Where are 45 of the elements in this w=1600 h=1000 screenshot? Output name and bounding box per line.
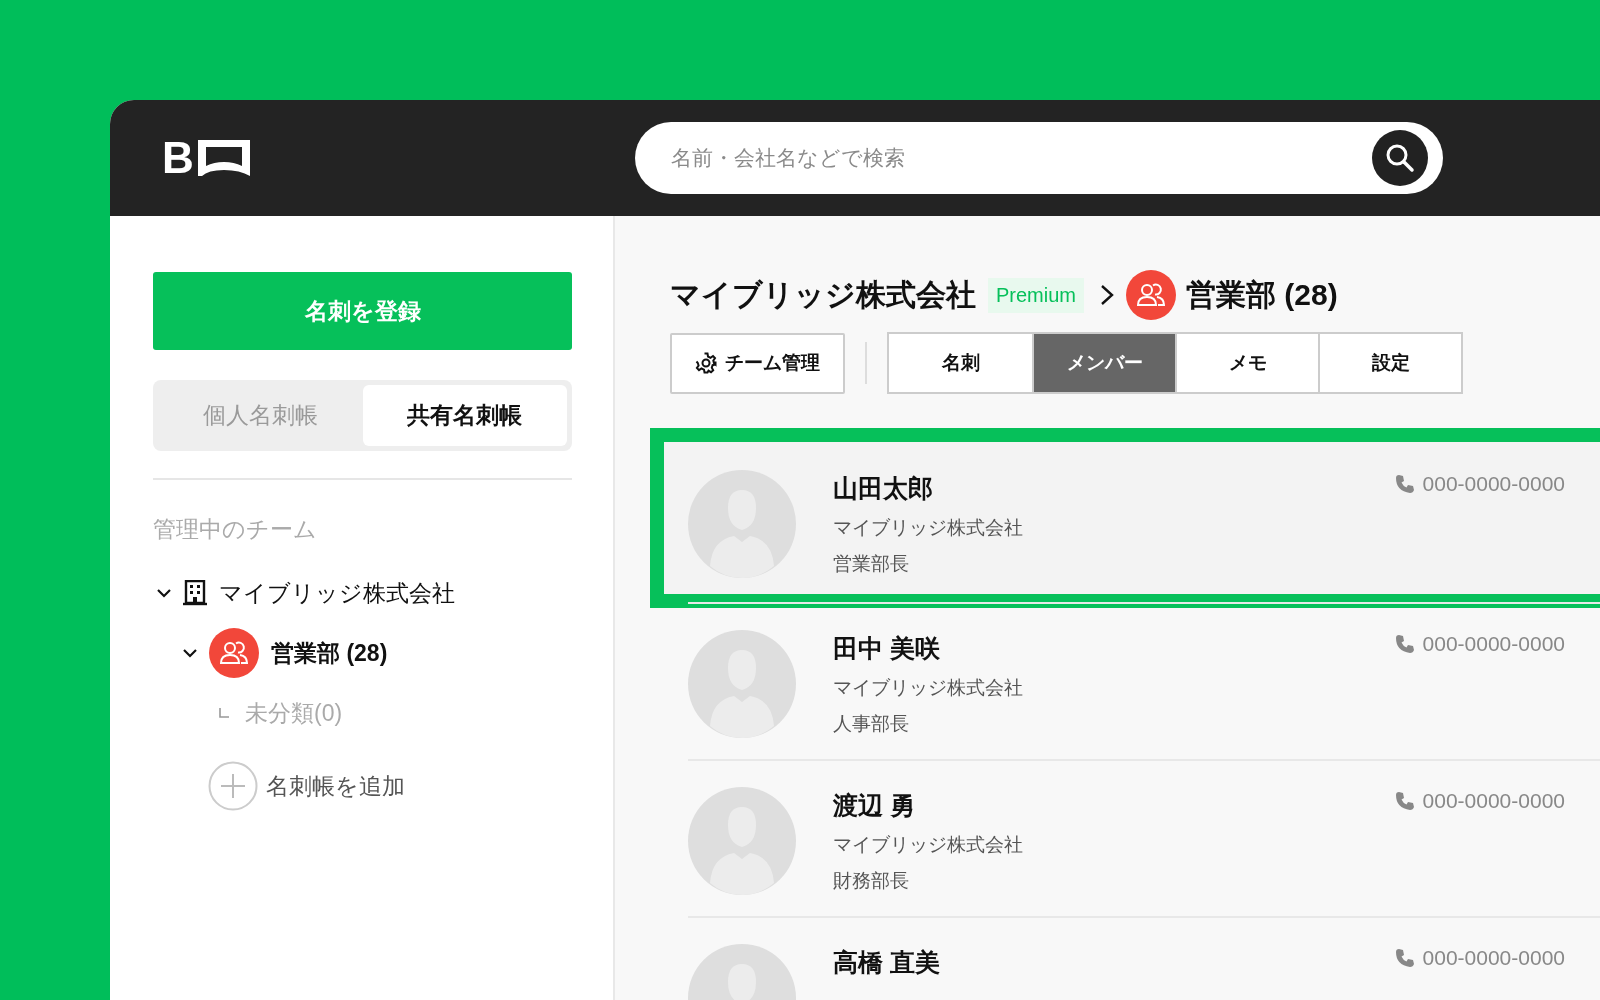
member-name: 渡辺 勇 — [833, 790, 916, 821]
team-name: 営業部 (28) — [1186, 276, 1338, 313]
tree-item[interactable]: マイブリッジ株式会社 — [219, 577, 455, 609]
member-company: マイブリッジ株式会社 — [833, 833, 1024, 857]
plan-badge: Premium — [988, 277, 1084, 313]
member-name: 高橋 直美 — [833, 947, 941, 978]
phone-icon — [1394, 791, 1415, 811]
member-name: 山田太郎 — [833, 473, 934, 504]
team-icon — [209, 628, 259, 678]
building-icon — [183, 580, 207, 606]
member-company: マイブリッジ株式会社 — [833, 516, 1024, 540]
search-field[interactable]: 名前・会社名などで検索 — [635, 122, 1443, 194]
team-icon — [1126, 270, 1176, 320]
chevron-icon[interactable] — [183, 648, 197, 658]
settings-icon — [695, 352, 717, 374]
corner-icon — [219, 708, 229, 718]
team-settings-button[interactable]: チーム管理 — [670, 332, 845, 394]
avatar-icon — [688, 630, 796, 738]
phone-number: 000-0000-0000 — [1422, 632, 1565, 656]
phone-icon — [1394, 948, 1415, 968]
member-company: マイブリッジ株式会社 — [833, 676, 1024, 700]
view-tab[interactable]: 名刺 — [889, 334, 1032, 392]
chevron-icon[interactable] — [157, 588, 171, 598]
member-name: 田中 美咲 — [833, 633, 941, 664]
add-card-book-link[interactable]: 名刺帳を追加 — [266, 770, 405, 802]
view-tab[interactable]: メンバー — [1032, 334, 1175, 392]
phone-number: 000-0000-0000 — [1422, 946, 1565, 970]
section-label: 管理中のチーム — [153, 515, 318, 544]
member-title: 人事部長 — [833, 712, 910, 736]
search-icon — [1385, 143, 1415, 173]
book-tab[interactable]: 共有名刺帳 — [362, 385, 567, 446]
phone-icon — [1394, 474, 1415, 494]
member-row[interactable]: 山田太郎 マイブリッジ株式会社 営業部長 000-0000-0000 — [650, 428, 1600, 608]
logo[interactable]: B — [162, 136, 250, 180]
phone-icon — [1394, 634, 1415, 654]
member-title: 営業部長 — [833, 552, 910, 576]
tree-item[interactable]: 営業部 (28) — [271, 637, 388, 669]
phone-number: 000-0000-0000 — [1422, 789, 1565, 813]
company-name[interactable]: マイブリッジ株式会社 — [670, 274, 976, 316]
avatar-icon — [688, 787, 796, 895]
phone-number: 000-0000-0000 — [1422, 472, 1565, 496]
view-tab[interactable]: 設定 — [1318, 334, 1461, 392]
view-tab[interactable]: メモ — [1175, 334, 1318, 392]
chevron-right-icon — [1100, 284, 1114, 306]
member-title: 財務部長 — [833, 869, 910, 893]
